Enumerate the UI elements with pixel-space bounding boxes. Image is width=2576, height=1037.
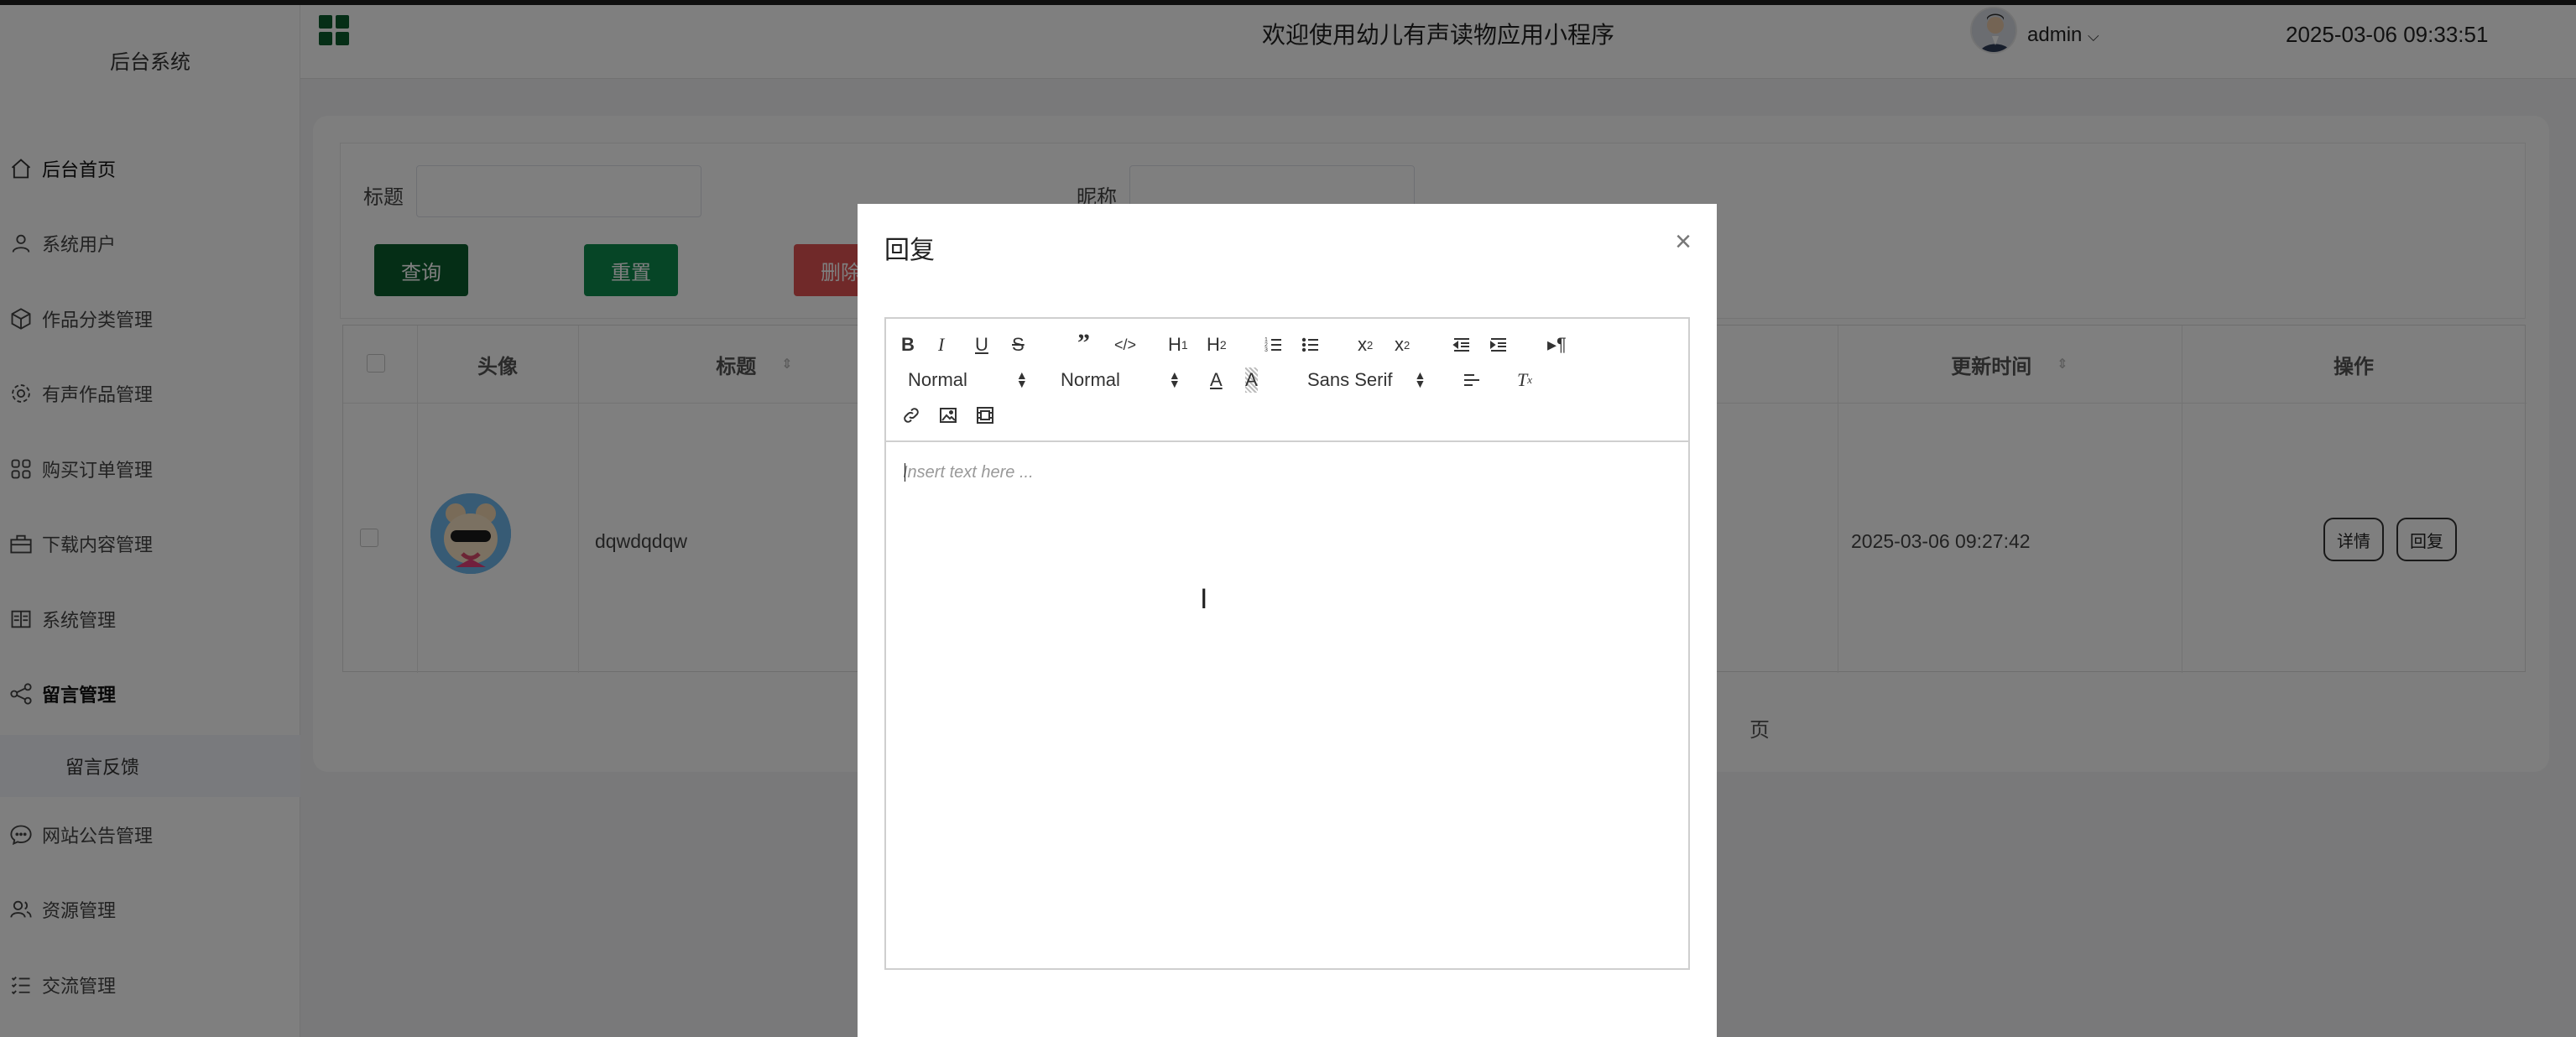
header-2-icon[interactable]: H2	[1207, 332, 1227, 357]
font-color-icon[interactable]: A	[1210, 367, 1223, 393]
svg-text:3: 3	[1265, 347, 1268, 353]
rich-text-editor: B I U S ” </> H1 H2 123 x2 x2 ▸¶ Normal …	[884, 317, 1690, 970]
clear-format-icon[interactable]: Tx	[1517, 367, 1532, 393]
header-picker-value: Normal	[908, 369, 967, 390]
blockquote-icon[interactable]: ”	[1077, 329, 1090, 357]
picker-arrows-icon: ▲ ▼	[1414, 368, 1426, 390]
underline-icon[interactable]: U	[975, 332, 988, 357]
font-picker-value: Sans Serif	[1307, 369, 1393, 390]
close-icon[interactable]: ×	[1675, 227, 1692, 256]
picker-arrows-icon: ▲ ▼	[1015, 368, 1028, 390]
indent-icon[interactable]	[1489, 332, 1509, 357]
strikethrough-icon[interactable]: S	[1012, 332, 1025, 357]
size-picker-value: Normal	[1061, 369, 1120, 390]
mouse-ibeam-cursor-icon: I	[1200, 583, 1208, 615]
ordered-list-icon[interactable]: 123	[1264, 332, 1284, 357]
text-direction-icon[interactable]: ▸¶	[1547, 332, 1567, 357]
link-icon[interactable]	[901, 403, 921, 428]
outdent-icon[interactable]	[1452, 332, 1472, 357]
italic-icon[interactable]: I	[938, 332, 944, 357]
superscript-icon[interactable]: x2	[1395, 332, 1410, 357]
subscript-icon[interactable]: x2	[1358, 332, 1373, 357]
header-picker[interactable]: Normal ▲ ▼	[908, 367, 1028, 393]
picker-arrows-icon: ▲ ▼	[1168, 368, 1181, 390]
reply-dialog: 回复 × B I U S ” </> H1 H2 123 x2 x2 ▸¶ No…	[858, 204, 1717, 1037]
bold-icon[interactable]: B	[901, 332, 915, 357]
code-block-icon[interactable]: </>	[1114, 332, 1136, 357]
font-picker[interactable]: Sans Serif ▲ ▼	[1307, 367, 1426, 393]
bullet-list-icon[interactable]	[1301, 332, 1321, 357]
editor-placeholder[interactable]: Insert text here ...	[903, 463, 1034, 482]
align-icon[interactable]	[1462, 367, 1482, 393]
image-icon[interactable]	[938, 403, 958, 428]
editor-toolbar: B I U S ” </> H1 H2 123 x2 x2 ▸¶ Normal …	[886, 319, 1688, 442]
video-icon[interactable]	[975, 403, 995, 428]
size-picker[interactable]: Normal ▲ ▼	[1061, 367, 1181, 393]
dialog-title: 回复	[884, 237, 935, 264]
background-color-icon[interactable]: A	[1245, 367, 1258, 393]
header-1-icon[interactable]: H1	[1168, 332, 1188, 357]
